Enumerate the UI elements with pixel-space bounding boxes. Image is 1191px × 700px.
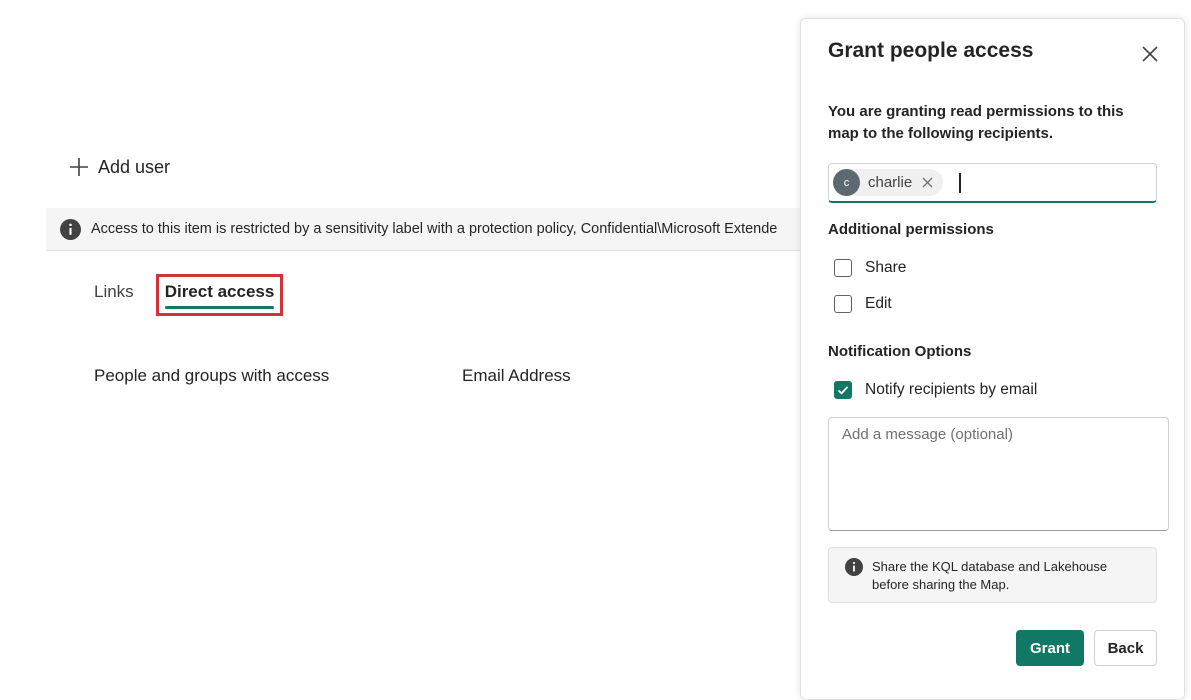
back-button[interactable]: Back [1094,630,1157,666]
add-user-label: Add user [98,156,171,177]
column-header-people: People and groups with access [94,366,330,385]
edit-checkbox-box[interactable] [834,295,852,313]
tab-links[interactable]: Links [80,274,148,310]
checkmark-icon [837,386,849,395]
notice-text: Share the KQL database and Lakehouse bef… [872,559,1108,592]
share-permission-checkbox[interactable]: Share [834,259,906,277]
info-icon [845,558,863,576]
panel-title: Grant people access [828,39,1034,62]
grant-button[interactable]: Grant [1016,630,1084,666]
plus-icon [70,158,88,176]
message-input[interactable] [828,417,1169,531]
recipient-chip[interactable]: c charlie [833,169,944,196]
column-header-email: Email Address [462,366,571,385]
notify-email-checkbox[interactable]: Notify recipients by email [834,381,1037,399]
share-dependency-notice: Share the KQL database and Lakehouse bef… [828,547,1157,603]
notify-checkbox-label: Notify recipients by email [865,381,1038,398]
recipient-input[interactable] [966,173,1121,192]
avatar: c [833,169,860,196]
remove-recipient-icon[interactable] [922,177,933,188]
notification-options-label: Notification Options [828,343,972,360]
text-caret [959,172,961,193]
close-icon[interactable] [1137,41,1163,67]
sensitivity-info-banner: Access to this item is restricted by a s… [46,208,806,251]
info-icon [60,218,81,240]
info-banner-text: Access to this item is restricted by a s… [91,221,778,237]
notify-checkbox-box[interactable] [834,381,852,399]
share-checkbox-box[interactable] [834,259,852,277]
add-user-button[interactable]: Add user [68,156,170,178]
recipient-name: charlie [868,174,913,191]
panel-intro-text: You are granting read permissions to thi… [828,103,1124,142]
recipient-field[interactable]: c charlie [828,163,1157,203]
share-checkbox-label: Share [865,259,907,276]
grant-access-panel: Grant people access You are granting rea… [800,18,1185,700]
edit-checkbox-label: Edit [865,295,892,312]
additional-permissions-label: Additional permissions [828,221,994,238]
tab-direct-access[interactable]: Direct access [155,274,284,316]
access-tabs: Links Direct access [80,274,284,326]
edit-permission-checkbox[interactable]: Edit [834,295,892,313]
